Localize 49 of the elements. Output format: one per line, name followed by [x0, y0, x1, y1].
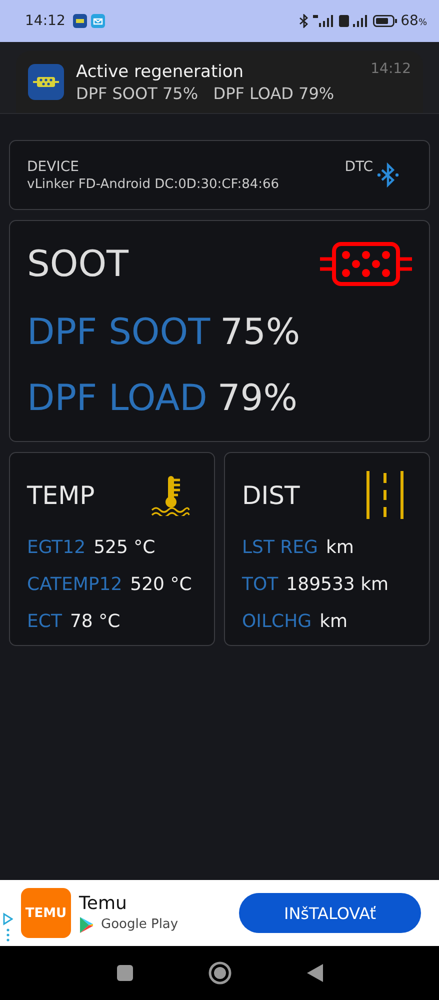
notification-text: DPF SOOT 75% DPF LOAD 79% — [76, 84, 336, 102]
signal-icon — [338, 15, 369, 27]
sensor-value: 525 °C — [94, 537, 156, 558]
coolant-temperature-icon — [150, 474, 190, 516]
ad-banner[interactable]: TEMU Temu Google Play INšTALOVAť — [0, 880, 439, 946]
dpf-app-icon — [28, 64, 64, 100]
sensor-label: ECT — [27, 611, 62, 632]
home-button[interactable] — [208, 961, 232, 985]
back-button[interactable] — [306, 964, 322, 982]
device-address: vLinker FD-Android DC:0D:30:CF:84:66 — [27, 176, 280, 192]
sensor-value: 520 °C — [130, 574, 192, 595]
battery-level: 68% — [400, 13, 427, 29]
app-notification-icon — [73, 14, 88, 28]
sensor-value: 78 °C — [70, 611, 120, 632]
play-store-icon — [79, 916, 95, 934]
app-logo: TEMU — [21, 888, 71, 938]
panel-title: TEMP — [27, 480, 95, 510]
notification-title: Active regeneration — [76, 62, 245, 82]
sensor-label: CATEMP12 — [27, 574, 122, 595]
soot-label: DPF SOOT — [27, 312, 210, 352]
particulate-filter-icon — [320, 241, 412, 287]
store-name: Google Play — [101, 917, 178, 932]
sensor-label: OILCHG — [242, 611, 312, 632]
bluetooth-icon — [298, 14, 309, 28]
signal-icon — [312, 15, 335, 27]
battery-icon — [372, 15, 397, 27]
panel-title: DIST — [242, 480, 300, 510]
recents-button[interactable] — [116, 965, 132, 981]
sensor-value: km — [326, 537, 354, 558]
soot-value: 79% — [217, 378, 298, 418]
dtc-label: DTC — [344, 158, 373, 174]
status-time: 14:12 — [25, 13, 66, 29]
notification-card[interactable]: Active regeneration DPF SOOT 75% DPF LOAD 79% 14:12 — [16, 51, 423, 113]
soot-title: SOOT — [27, 244, 129, 284]
mail-icon — [91, 14, 106, 28]
soot-value: 75% — [220, 312, 300, 352]
ad-choices-icon[interactable] — [3, 912, 13, 942]
device-label: DEVICE — [27, 158, 79, 174]
sensor-label: LST REG — [242, 537, 318, 558]
install-button[interactable]: INšTALOVAť — [239, 893, 421, 933]
soot-label: DPF LOAD — [27, 378, 208, 418]
ad-title: Temu — [79, 892, 128, 914]
sensor-label: TOT — [242, 574, 278, 595]
road-icon — [365, 471, 405, 519]
sensor-value: km — [320, 611, 348, 632]
sensor-label: EGT12 — [27, 537, 86, 558]
bluetooth-icon[interactable] — [377, 162, 399, 188]
notification-time: 14:12 — [370, 61, 411, 77]
sensor-value: 189533 km — [286, 574, 389, 595]
